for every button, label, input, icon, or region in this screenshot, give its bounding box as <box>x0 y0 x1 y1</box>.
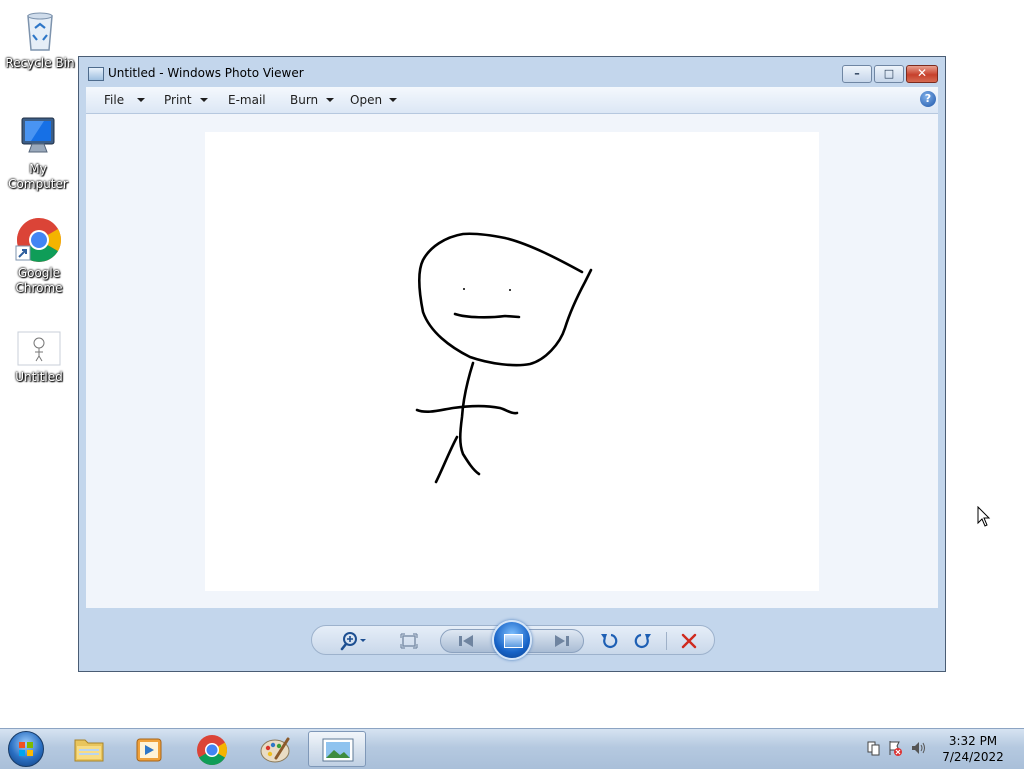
previous-button[interactable] <box>453 631 479 651</box>
next-button[interactable] <box>549 631 575 651</box>
title-bar[interactable]: Untitled - Windows Photo Viewer – □ ✕ <box>79 57 945 87</box>
chrome-icon <box>15 216 63 264</box>
desktop-icon-my-computer[interactable]: My Computer <box>0 112 78 192</box>
command-bar: File Print E-mail Burn Open ? <box>86 87 938 114</box>
system-tray <box>866 739 926 760</box>
actual-size-button[interactable] <box>398 630 420 652</box>
desktop-icon-label: My Computer <box>8 162 68 191</box>
help-icon[interactable]: ? <box>920 91 936 107</box>
chevron-down-icon[interactable] <box>389 98 397 102</box>
magnifier-icon <box>340 632 366 651</box>
viewer-controls <box>311 620 715 660</box>
media-player-icon <box>136 738 162 762</box>
chrome-icon <box>197 735 228 766</box>
network-icon[interactable] <box>867 741 880 756</box>
chevron-down-icon[interactable] <box>137 98 145 102</box>
rotate-clockwise-button[interactable] <box>632 630 654 652</box>
maximize-button[interactable]: □ <box>874 65 904 83</box>
taskbar-chrome[interactable] <box>183 731 241 767</box>
slideshow-icon <box>504 634 523 648</box>
start-button[interactable] <box>8 731 44 767</box>
taskbar-paint[interactable] <box>246 731 304 767</box>
slideshow-button[interactable] <box>492 620 532 660</box>
displayed-image <box>205 132 819 591</box>
photo-viewer-icon <box>88 67 104 81</box>
fit-to-window-icon <box>400 633 418 649</box>
minimize-icon: – <box>854 67 860 80</box>
menu-burn[interactable]: Burn <box>290 93 318 107</box>
minimize-button[interactable]: – <box>842 65 872 83</box>
window-title: Untitled - Windows Photo Viewer <box>108 66 304 80</box>
stick-figure-drawing <box>415 232 593 484</box>
close-icon: ✕ <box>916 66 928 80</box>
close-button[interactable]: ✕ <box>906 65 938 83</box>
photo-viewer-icon <box>322 738 354 762</box>
image-file-icon <box>15 330 63 368</box>
menu-email[interactable]: E-mail <box>228 93 266 107</box>
recycle-bin-icon <box>16 6 64 54</box>
windows-logo-icon <box>19 742 33 756</box>
taskbar-explorer[interactable] <box>60 731 118 767</box>
desktop-icon-google-chrome[interactable]: Google Chrome <box>0 216 79 296</box>
menu-file[interactable]: File <box>104 93 124 107</box>
next-icon <box>555 635 569 647</box>
chevron-down-icon[interactable] <box>326 98 334 102</box>
desktop-icon-label: Untitled <box>15 370 63 384</box>
taskbar-clock[interactable]: 3:32 PM 7/24/2022 <box>930 733 1016 765</box>
volume-icon[interactable] <box>912 742 925 754</box>
menu-print[interactable]: Print <box>164 93 192 107</box>
rotate-left-icon <box>601 633 618 649</box>
taskbar-media-player[interactable] <box>120 731 178 767</box>
delete-button[interactable] <box>678 630 700 652</box>
delete-icon <box>681 633 697 649</box>
desktop-icon-label: Recycle Bin <box>5 56 75 70</box>
menu-open[interactable]: Open <box>350 93 382 107</box>
desktop-icon-label: Google Chrome <box>15 266 63 295</box>
clock-date: 7/24/2022 <box>942 750 1004 764</box>
maximize-icon: □ <box>883 67 895 80</box>
taskbar-photo-viewer[interactable] <box>308 731 366 767</box>
taskbar: 3:32 PM 7/24/2022 <box>0 728 1024 769</box>
desktop-icon-untitled[interactable]: Untitled <box>0 330 79 385</box>
windows-explorer-icon <box>74 739 104 762</box>
action-center-flag-icon[interactable] <box>889 741 902 756</box>
rotate-counterclockwise-button[interactable] <box>598 630 620 652</box>
computer-icon <box>14 112 62 160</box>
zoom-button[interactable] <box>338 630 370 652</box>
toolbar-separator <box>666 632 667 650</box>
image-view-area <box>86 114 938 608</box>
photo-viewer-window: Untitled - Windows Photo Viewer – □ ✕ Fi… <box>78 56 946 672</box>
chevron-down-icon[interactable] <box>200 98 208 102</box>
clock-time: 3:32 PM <box>948 734 998 748</box>
mouse-cursor-icon <box>977 505 991 531</box>
previous-icon <box>459 635 473 647</box>
rotate-right-icon <box>634 633 651 649</box>
paint-icon <box>260 737 290 763</box>
desktop-icon-recycle-bin[interactable]: Recycle Bin <box>0 6 80 71</box>
